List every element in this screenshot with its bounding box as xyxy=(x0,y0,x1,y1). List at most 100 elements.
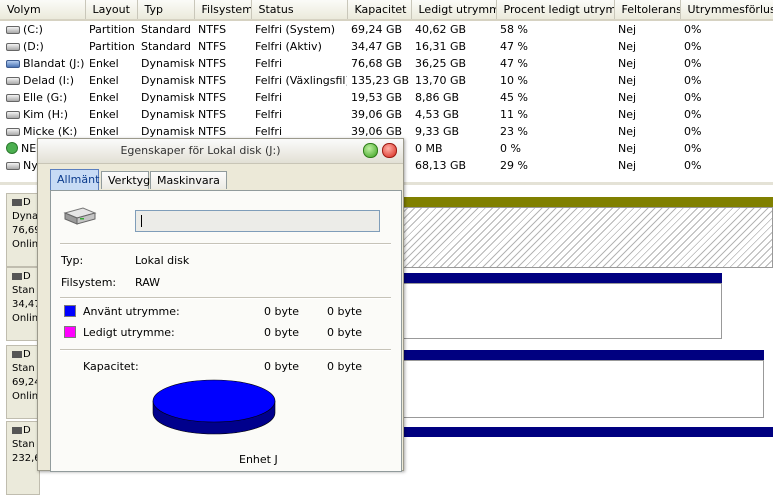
disk-icon xyxy=(12,351,22,358)
capacity-size: 0 byte xyxy=(327,360,363,373)
column-header-fault-tolerance[interactable]: Feltolerans xyxy=(614,0,681,21)
table-cell: Blandat (J:) xyxy=(0,55,85,72)
disk-label-line: 76,69 xyxy=(12,225,40,236)
table-cell: Nej xyxy=(618,40,637,53)
volume-name: Kim (H:) xyxy=(23,108,69,121)
disk-label-2[interactable]: D Stan 69,24 Onlin xyxy=(6,345,40,419)
volume-name: Blandat (J:) xyxy=(23,57,85,70)
free-space-size: 0 byte xyxy=(327,326,363,339)
free-space-bytes: 0 byte xyxy=(264,326,300,339)
dialog-titlebar[interactable]: Egenskaper för Lokal disk (J:) xyxy=(38,139,403,164)
table-cell: 69,24 GB xyxy=(351,23,403,36)
disk-label-line: Stan xyxy=(12,439,35,450)
used-space-swatch xyxy=(64,305,76,317)
table-cell: 29 % xyxy=(500,159,528,172)
table-cell: Elle (G:) xyxy=(0,89,85,106)
basic-disk-icon xyxy=(6,43,20,51)
table-cell: Felfri xyxy=(255,108,283,121)
disk-label-0[interactable]: D Dyna 76,69 Onlin xyxy=(6,193,40,267)
basic-disk-icon xyxy=(6,128,20,136)
disk-label-line: Onlin xyxy=(12,313,39,324)
tab-tools[interactable]: Verktyg xyxy=(101,171,150,189)
table-cell: (C:) xyxy=(0,20,85,38)
table-cell: Partition xyxy=(89,23,135,36)
column-header-status[interactable]: Status xyxy=(251,0,348,21)
close-button[interactable] xyxy=(382,143,397,158)
separator xyxy=(60,349,391,351)
table-row[interactable]: Blandat (J:) Enkel Dynamisk NTFS Felfri 76,68… xyxy=(0,55,773,72)
table-cell: Felfri (Växlingsfil) xyxy=(255,74,347,87)
separator xyxy=(60,297,391,299)
disk-label-line: Stan xyxy=(12,363,35,374)
disk-label-line: 34,47 xyxy=(12,299,40,310)
disk-icon xyxy=(12,427,22,434)
minimize-button[interactable] xyxy=(363,143,378,158)
table-cell: Nej xyxy=(618,23,637,36)
basic-disk-icon xyxy=(6,111,20,119)
column-header-volume[interactable]: Volym xyxy=(0,0,86,21)
column-header-layout[interactable]: Layout xyxy=(85,0,138,21)
used-space-bytes: 0 byte xyxy=(264,305,300,318)
table-row[interactable]: Elle (G:) Enkel Dynamisk NTFS Felfri 19,53 GB… xyxy=(0,89,773,106)
table-cell: Partition xyxy=(89,40,135,53)
table-cell: Enkel xyxy=(89,74,119,87)
table-cell: NTFS xyxy=(198,57,227,70)
volume-name: Ny xyxy=(23,159,38,172)
volume-label-input[interactable] xyxy=(135,210,380,232)
table-cell: 0% xyxy=(684,142,702,155)
partition-area-c[interactable] xyxy=(400,360,764,418)
disk-label-line: Stan xyxy=(12,285,35,296)
column-header-percent-free[interactable]: Procent ledigt utrymme xyxy=(496,0,615,21)
column-header-capacity[interactable]: Kapacitet xyxy=(347,0,412,21)
disk-label-3[interactable]: D Stan 232,6 xyxy=(6,421,40,495)
table-cell: Nej xyxy=(618,142,637,155)
table-row[interactable]: (D:) Partition Standard NTFS Felfri (Aktiv) 3… xyxy=(0,38,773,55)
partition-area-d[interactable] xyxy=(400,283,722,339)
column-header-overhead[interactable]: Utrymmesförlust xyxy=(680,0,773,21)
table-cell: Nej xyxy=(618,74,637,87)
table-cell: 135,23 GB xyxy=(351,74,410,87)
type-value: Lokal disk xyxy=(135,254,190,267)
basic-disk-icon xyxy=(6,162,20,170)
capacity-bytes: 0 byte xyxy=(264,360,300,373)
table-cell: 40,62 GB xyxy=(415,23,467,36)
tab-hardware[interactable]: Maskinvara xyxy=(150,171,227,189)
table-cell: Nej xyxy=(618,91,637,104)
table-cell: 76,68 GB xyxy=(351,57,403,70)
partition-bar-navy xyxy=(400,427,773,437)
disk-label-line: 69,24 xyxy=(12,377,40,388)
dynamic-disk-icon xyxy=(6,60,20,68)
disk-label-line: Onlin xyxy=(12,391,39,402)
table-cell: 47 % xyxy=(500,40,528,53)
table-cell: 10 % xyxy=(500,74,528,87)
dialog-title: Egenskaper för Lokal disk (J:) xyxy=(120,144,281,157)
volume-name: Micke (K:) xyxy=(23,125,78,138)
disk-label-line: D xyxy=(23,349,31,360)
table-row[interactable]: (C:) Partition Standard NTFS Felfri (System)… xyxy=(0,20,773,38)
table-cell: 13,70 GB xyxy=(415,74,467,87)
free-space-label: Ledigt utrymme: xyxy=(83,326,175,339)
filesystem-value: RAW xyxy=(135,276,160,289)
properties-dialog[interactable]: Egenskaper för Lokal disk (J:) Allmänt V… xyxy=(37,138,404,472)
table-cell: 0% xyxy=(684,40,702,53)
table-cell: Enkel xyxy=(89,91,119,104)
used-space-size: 0 byte xyxy=(327,305,363,318)
table-cell: NTFS xyxy=(198,74,227,87)
volume-name: NE xyxy=(21,142,37,155)
table-cell: NTFS xyxy=(198,108,227,121)
table-row[interactable]: Delad (I:) Enkel Dynamisk NTFS Felfri (Växli… xyxy=(0,72,773,89)
column-header-filesystem[interactable]: Filsystem xyxy=(194,0,252,21)
table-cell: 68,13 GB xyxy=(415,159,467,172)
table-row[interactable]: Kim (H:) Enkel Dynamisk NTFS Felfri 39,06 GB 4… xyxy=(0,106,773,123)
table-cell: Standard xyxy=(141,23,192,36)
table-cell: Enkel xyxy=(89,57,119,70)
disk-label-1[interactable]: D Stan 34,47 Onlin xyxy=(6,267,40,341)
table-cell: Felfri (Aktiv) xyxy=(255,40,322,53)
column-header-type[interactable]: Typ xyxy=(137,0,195,21)
table-cell: Dynamisk xyxy=(141,91,194,104)
column-header-free-space[interactable]: Ledigt utrymme xyxy=(411,0,497,21)
tab-general[interactable]: Allmänt xyxy=(50,169,99,190)
partition-area-j[interactable] xyxy=(400,207,773,268)
partition-bar-olive xyxy=(400,197,773,207)
table-cell: 36,25 GB xyxy=(415,57,467,70)
